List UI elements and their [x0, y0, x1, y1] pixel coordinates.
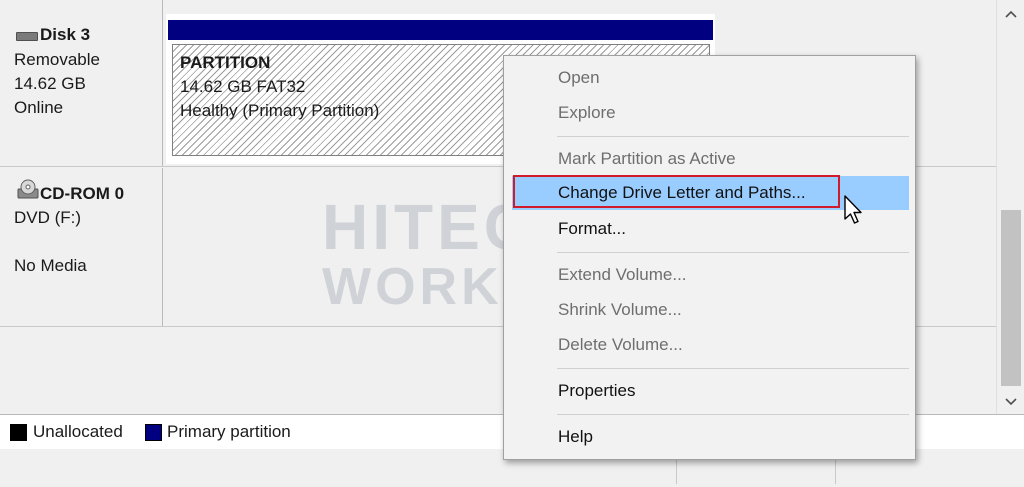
partition-health: Healthy (Primary Partition): [180, 101, 380, 120]
menu-item-explore[interactable]: Explore: [504, 96, 915, 130]
menu-item-open[interactable]: Open: [504, 61, 915, 95]
menu-item-shrink-volume[interactable]: Shrink Volume...: [504, 293, 915, 327]
legend-label-unallocated: Unallocated: [33, 422, 123, 441]
menu-item-help[interactable]: Help: [504, 420, 915, 454]
legend-swatch-primary: [145, 424, 162, 441]
menu-item-label: Format...: [558, 219, 627, 238]
menu-item-label: Shrink Volume...: [558, 300, 682, 319]
legend-label-primary: Primary partition: [167, 422, 291, 441]
menu-item-label: Properties: [558, 381, 636, 400]
annotation-highlight-box: [513, 175, 840, 208]
disk-label-disk-3[interactable]: Disk 3 Removable 14.62 GB Online: [0, 0, 163, 166]
cd-rom-icon: [17, 179, 39, 199]
partition-size-fs: 14.62 GB FAT32: [180, 77, 306, 96]
context-menu: Open Explore Mark Partition as Active Ch…: [503, 55, 916, 460]
menu-item-properties[interactable]: Properties: [504, 374, 915, 408]
menu-item-extend-volume[interactable]: Extend Volume...: [504, 258, 915, 292]
scrollbar-thumb[interactable]: [1001, 210, 1021, 386]
disk-title: Disk 3: [40, 25, 91, 44]
menu-item-delete-volume[interactable]: Delete Volume...: [504, 328, 915, 362]
disk-icon: [16, 32, 38, 41]
disk-status: Online: [14, 98, 64, 117]
menu-item-label: Explore: [558, 103, 616, 122]
menu-item-label: Open: [558, 68, 600, 87]
partition-name: PARTITION: [180, 53, 271, 72]
chevron-down-icon[interactable]: [997, 394, 1024, 409]
disk-status: No Media: [14, 256, 87, 275]
menu-separator: [557, 136, 909, 137]
disk-type: DVD (F:): [14, 208, 82, 227]
mouse-cursor-icon: [844, 195, 862, 224]
menu-separator: [557, 368, 909, 369]
menu-separator: [557, 252, 909, 253]
menu-item-label: Extend Volume...: [558, 265, 687, 284]
vertical-scrollbar[interactable]: [996, 0, 1024, 414]
menu-item-mark-active[interactable]: Mark Partition as Active: [504, 142, 915, 176]
disk-size: 14.62 GB: [14, 74, 86, 93]
disk-type: Removable: [14, 50, 100, 69]
menu-item-label: Delete Volume...: [558, 335, 683, 354]
primary-partition-bar: [168, 20, 713, 40]
menu-item-label: Help: [558, 427, 593, 446]
menu-separator: [557, 414, 909, 415]
disk-title: CD-ROM 0: [40, 184, 125, 203]
chevron-up-icon[interactable]: [997, 6, 1024, 21]
menu-item-label: Mark Partition as Active: [558, 149, 736, 168]
legend-swatch-unallocated: [10, 424, 27, 441]
